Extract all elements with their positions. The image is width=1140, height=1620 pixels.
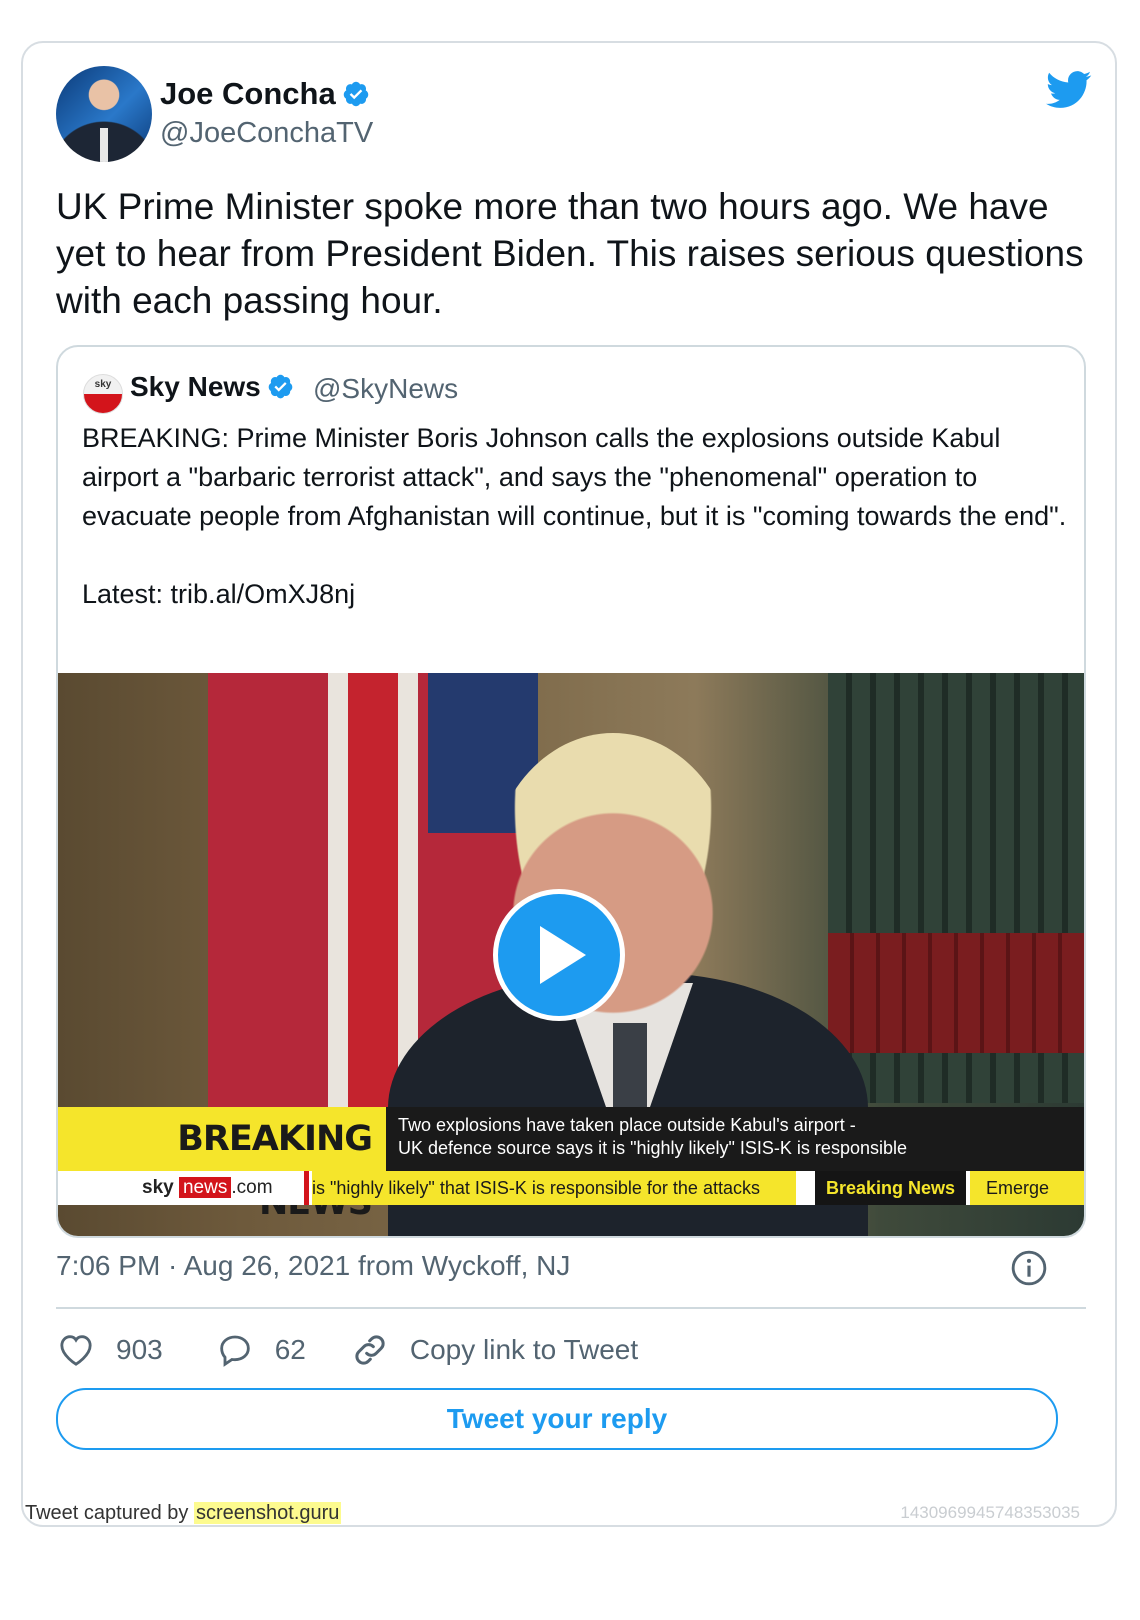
quoted-author-name[interactable]: Sky News [130, 371, 261, 402]
action-bar: 903 62 Copy link to Tweet [56, 1328, 638, 1372]
author-name[interactable]: Joe Concha [160, 76, 336, 111]
author-name-row[interactable]: Joe Concha [160, 76, 370, 112]
ticker-tag: Breaking News [815, 1171, 966, 1205]
like-count: 903 [116, 1334, 163, 1365]
screenshot-guru-link[interactable]: screenshot.guru [194, 1502, 342, 1524]
tweet-reply-button[interactable]: Tweet your reply [56, 1388, 1058, 1450]
verified-badge-icon [343, 81, 368, 107]
ticker-next: Emerge [970, 1171, 1084, 1205]
tweet-timestamp[interactable]: 7:06 PM · Aug 26, 2021 from Wyckoff, NJ [56, 1250, 570, 1282]
reply-count: 62 [274, 1334, 306, 1365]
verified-badge-icon [268, 374, 293, 399]
play-icon [540, 926, 586, 984]
sky-news-logo: sky news .com [142, 1177, 273, 1198]
like-button[interactable]: 903 [56, 1330, 163, 1370]
sky-news-avatar[interactable]: sky [83, 374, 123, 414]
link-icon [355, 1335, 385, 1365]
quoted-author-handle[interactable]: @SkyNews [313, 373, 458, 405]
video-player[interactable]: BREAKING NEWS Two explosions have taken … [58, 673, 1084, 1236]
bookshelf-background [828, 673, 1084, 1103]
reply-button[interactable]: 62 [215, 1330, 306, 1370]
news-ticker: is "highly likely" that ISIS-K is respon… [312, 1171, 796, 1205]
quoted-tweet[interactable]: sky Sky News @SkyNews BREAKING: Prime Mi… [56, 345, 1086, 1238]
divider [56, 1307, 1086, 1309]
tweet-text: UK Prime Minister spoke more than two ho… [56, 186, 1084, 321]
twitter-bird-icon[interactable] [1046, 70, 1092, 110]
heart-icon [60, 1335, 92, 1366]
tweet-id: 1430969945748353035 [900, 1503, 1080, 1522]
breaking-news-text: Two explosions have taken place outside … [398, 1115, 907, 1158]
breaking-news-label: BREAKING NEWS [58, 1107, 386, 1223]
play-button[interactable] [493, 889, 625, 1021]
author-handle[interactable]: @JoeConchaTV [160, 117, 373, 150]
copy-link-button[interactable]: Copy link to Tweet [350, 1330, 638, 1370]
capture-credit: Tweet captured by screenshot.guru [25, 1502, 342, 1524]
quoted-author-row[interactable]: Sky News [130, 371, 294, 403]
comment-icon [219, 1335, 250, 1367]
tweet-card: Joe Concha @JoeConchaTV UK Prime Ministe… [21, 41, 1117, 1527]
copy-link-label: Copy link to Tweet [409, 1334, 639, 1365]
info-icon[interactable] [1010, 1249, 1048, 1287]
quoted-tweet-text: BREAKING: Prime Minister Boris Johnson c… [82, 423, 1067, 609]
author-avatar[interactable] [56, 66, 152, 162]
